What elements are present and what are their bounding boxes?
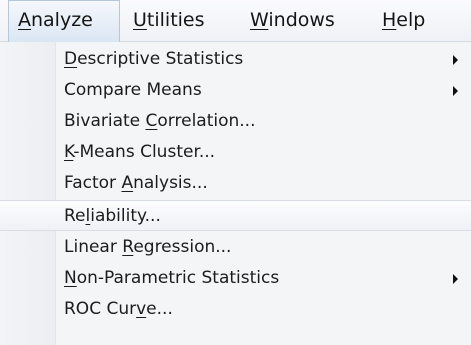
label-prefix: Bivariate (64, 111, 146, 131)
menu-item-bivariate-correlation[interactable]: Bivariate Correlation... (0, 106, 471, 137)
menu-item-descriptive-statistics[interactable]: Descriptive Statistics (0, 44, 471, 75)
label-prefix: Re (64, 206, 86, 226)
label-rest: orrelation... (157, 111, 256, 131)
menu-help-rest: elp (396, 9, 426, 31)
label-rest: escriptive Statistics (77, 49, 244, 69)
menu-item-factor-analysis[interactable]: Factor Analysis... (0, 168, 471, 199)
menu-item-reliability[interactable]: Reliability... (0, 200, 471, 231)
menu-item-non-parametric-statistics[interactable]: Non-Parametric Statistics (0, 263, 471, 294)
menu-utilities-rest: tilities (146, 9, 205, 31)
menu-bar: Analyze Utilities Windows Help (0, 0, 471, 42)
menu-item-roc-curve[interactable]: ROC Curve... (0, 294, 471, 325)
menu-windows-accesskey: W (250, 9, 269, 31)
menu-item-compare-means[interactable]: Compare Means (0, 75, 471, 106)
submenu-arrow-icon (453, 86, 458, 96)
label-accesskey: D (64, 49, 78, 69)
label-rest: iability... (90, 206, 161, 226)
menu-item-label: K-Means Cluster... (64, 137, 215, 168)
menu-item-label: Descriptive Statistics (64, 44, 243, 75)
label-accesskey: C (145, 111, 158, 131)
label-accesskey: R (122, 237, 134, 257)
label-rest: egression... (133, 237, 232, 257)
label-accesskey: v (136, 299, 147, 319)
label-prefix: Factor (64, 173, 122, 193)
menu-item-label: Factor Analysis... (64, 168, 208, 199)
label-accesskey: A (121, 173, 134, 193)
menu-item-k-means-cluster[interactable]: K-Means Cluster... (0, 137, 471, 168)
menu-help[interactable]: Help (382, 0, 425, 42)
menu-item-label: Linear Regression... (64, 232, 231, 263)
submenu-arrow-icon (453, 55, 458, 65)
label-rest: on-Parametric Statistics (76, 268, 280, 288)
label-accesskey: K (64, 142, 74, 162)
menu-item-label: Reliability... (64, 201, 161, 232)
menu-item-linear-regression[interactable]: Linear Regression... (0, 232, 471, 263)
analyze-dropdown-menu: Descriptive Statistics Compare Means Biv… (0, 42, 471, 345)
submenu-arrow-icon (453, 274, 458, 284)
menu-analyze-rest: nalyze (31, 9, 93, 31)
label-rest: nalysis... (133, 173, 208, 193)
menu-windows[interactable]: Windows (250, 0, 335, 42)
label-prefix: Compare Means (64, 80, 202, 100)
menu-item-label: Non-Parametric Statistics (64, 263, 279, 294)
label-prefix: Linear (64, 237, 123, 257)
label-rest: e... (146, 299, 173, 319)
menu-utilities[interactable]: Utilities (133, 0, 205, 42)
menu-item-label: Compare Means (64, 75, 202, 106)
menu-help-accesskey: H (382, 9, 397, 31)
menu-analyze[interactable]: Analyze (8, 0, 120, 42)
label-rest: -Means Cluster... (73, 142, 216, 162)
label-accesskey: N (64, 268, 77, 288)
menu-item-label: Bivariate Correlation... (64, 106, 256, 137)
menu-windows-rest: indows (268, 9, 335, 31)
label-prefix: ROC Cur (64, 299, 137, 319)
menu-analyze-accesskey: A (18, 9, 31, 31)
menu-item-label: ROC Curve... (64, 294, 173, 325)
menu-utilities-accesskey: U (133, 9, 147, 31)
